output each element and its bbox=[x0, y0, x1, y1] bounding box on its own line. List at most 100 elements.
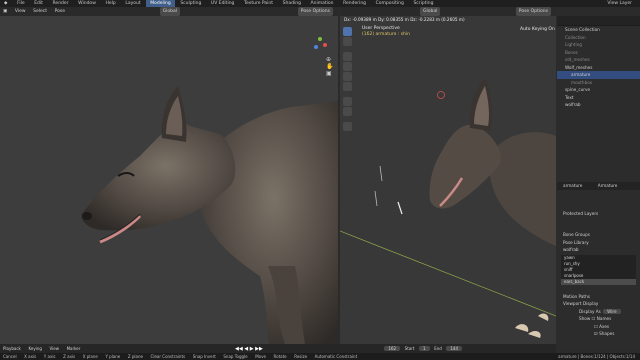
display-as-dropdown[interactable]: Wire bbox=[603, 308, 621, 314]
timeline-keying-menu[interactable]: Keying bbox=[25, 346, 44, 351]
outliner-panel: Scene Collection Collection Lighting Bon… bbox=[557, 16, 640, 181]
left-3d-viewport[interactable]: ⊕ ✋ ▣ bbox=[0, 16, 338, 344]
layer-buttons[interactable] bbox=[557, 190, 640, 210]
status-bar: Cancel X axis Y axis Z axis X plane Y pl… bbox=[0, 353, 640, 360]
tab-rendering[interactable]: Rendering bbox=[339, 0, 370, 7]
data-name[interactable]: Armature bbox=[598, 183, 618, 188]
show-shapes-row: ☑ Shapes bbox=[557, 330, 640, 338]
show-label: Show bbox=[579, 316, 591, 321]
outliner-item-spine-curve[interactable]: spine_curve bbox=[557, 86, 640, 94]
status-x-axis: X axis bbox=[24, 354, 37, 359]
blender-logo-icon[interactable]: ◆ bbox=[0, 0, 11, 7]
status-z-axis: Z axis bbox=[63, 354, 76, 359]
tab-animation[interactable]: Animation bbox=[307, 0, 338, 7]
outliner-item-wolf-meshes[interactable]: Wolf_meshes bbox=[557, 64, 640, 72]
pose-item-selected[interactable]: ears_back bbox=[561, 278, 636, 285]
properties-header: armature Armature bbox=[557, 182, 640, 190]
outliner-item-scene-collection[interactable]: Scene Collection bbox=[557, 26, 640, 34]
shapes-label: Shapes bbox=[599, 331, 615, 336]
names-checkbox[interactable]: ☐ bbox=[592, 316, 596, 321]
outliner-item-mouthbox[interactable]: mouthbox bbox=[557, 79, 640, 87]
left-orientation-dropdown[interactable]: Global bbox=[159, 7, 180, 16]
outliner-header bbox=[557, 16, 640, 26]
status-rotate: Rotate bbox=[273, 354, 287, 359]
outliner-item-bones[interactable]: Bones bbox=[557, 49, 640, 57]
playback-controls-icon[interactable]: ◀◀ ◀ ▶ ▶▶ bbox=[235, 346, 263, 352]
menu-window[interactable]: Window bbox=[74, 0, 100, 7]
protected-layer-buttons[interactable] bbox=[557, 217, 640, 231]
left-pose-options[interactable]: Pose Options bbox=[297, 7, 333, 16]
left-view-controls: ⊕ ✋ ▣ bbox=[326, 56, 333, 77]
outliner-item-lighting[interactable]: Lighting bbox=[557, 41, 640, 49]
left-view-menu[interactable]: View bbox=[12, 7, 29, 16]
3d-cursor-icon bbox=[437, 91, 445, 99]
menu-render[interactable]: Render bbox=[49, 0, 73, 7]
top-menu-bar: ◆ File Edit Render Window Help Layout Mo… bbox=[0, 0, 640, 7]
timeline-bar: Playback Keying View Marker ◀◀ ◀ ▶ ▶▶ 16… bbox=[0, 344, 556, 353]
timeline-playback-menu[interactable]: Playback bbox=[0, 346, 24, 351]
motion-paths-panel[interactable]: Motion Paths bbox=[557, 293, 640, 301]
view-layer-label[interactable]: View Layer bbox=[603, 0, 636, 7]
tab-layout[interactable]: Layout bbox=[121, 0, 144, 7]
status-y-axis: Y axis bbox=[43, 354, 56, 359]
pose-library-selector[interactable]: wolfrab bbox=[557, 246, 640, 254]
status-scene-stats: armature | Bones:1/124 | Objects:1/14 bbox=[558, 354, 635, 359]
timeline-marker-menu[interactable]: Marker bbox=[64, 346, 84, 351]
wolf-model-right bbox=[340, 78, 556, 338]
shapes-checkbox[interactable]: ☑ bbox=[594, 331, 598, 336]
camera-icon[interactable]: ▣ bbox=[326, 70, 333, 77]
show-axes-row: ☐ Axes bbox=[557, 323, 640, 331]
navigation-gizmo[interactable] bbox=[312, 36, 328, 52]
end-label: End bbox=[434, 346, 442, 351]
status-snap-toggle: Snap Toggle bbox=[223, 354, 248, 359]
status-cancel: Cancel bbox=[3, 354, 17, 359]
tab-compositing[interactable]: Compositing bbox=[372, 0, 408, 7]
zoom-icon[interactable]: ⊕ bbox=[326, 56, 333, 63]
end-frame-field[interactable]: 144 bbox=[446, 346, 463, 351]
editor-type-icon[interactable]: ▣ bbox=[0, 7, 10, 16]
menu-help[interactable]: Help bbox=[101, 0, 119, 7]
pan-hand-icon[interactable]: ✋ bbox=[326, 63, 333, 70]
outliner-item-wolfrab[interactable]: wolfrab bbox=[557, 101, 640, 109]
viewport-display-panel[interactable]: Viewport Display bbox=[557, 300, 640, 308]
timeline-view-menu[interactable]: View bbox=[46, 346, 62, 351]
outliner-item-collection[interactable]: Collection bbox=[557, 34, 640, 42]
status-x-plane: X plane bbox=[82, 354, 98, 359]
current-frame-field[interactable]: 162 bbox=[384, 346, 401, 351]
status-resize: Resize bbox=[294, 354, 308, 359]
right-3d-viewport[interactable]: Dx: -0.09389 m Dy: 0.08355 m Dz: -0.2283… bbox=[340, 16, 556, 344]
axes-label: Axes bbox=[599, 323, 610, 329]
start-frame-field[interactable]: 1 bbox=[419, 346, 430, 351]
left-select-menu[interactable]: Select bbox=[30, 7, 50, 16]
tab-shading[interactable]: Shading bbox=[279, 0, 305, 7]
status-z-plane: Z plane bbox=[127, 354, 143, 359]
pose-library-panel[interactable]: Pose Library bbox=[557, 239, 640, 247]
outliner-item-armature[interactable]: armature bbox=[557, 71, 640, 79]
pose-list[interactable]: yawn run_shy sniff snarlpose ears_back bbox=[561, 254, 636, 285]
object-name[interactable]: armature bbox=[563, 183, 582, 188]
names-label: Names bbox=[596, 316, 612, 321]
left-pose-menu[interactable]: Pose bbox=[52, 7, 68, 16]
menu-edit[interactable]: Edit bbox=[30, 0, 47, 7]
tab-uv-editing[interactable]: UV Editing bbox=[207, 0, 238, 7]
start-label: Start bbox=[404, 346, 415, 351]
display-as-label: Display As bbox=[579, 308, 601, 314]
axes-checkbox[interactable]: ☐ bbox=[594, 324, 598, 329]
tab-texture-paint[interactable]: Texture Paint bbox=[240, 0, 277, 7]
outliner-item-text[interactable]: Text bbox=[557, 94, 640, 102]
status-auto-constraint: Automatic Constraint bbox=[314, 354, 358, 359]
tab-scripting[interactable]: Scripting bbox=[409, 0, 437, 7]
status-clear-constraints: Clear Constraints bbox=[150, 354, 186, 359]
wolf-model-left bbox=[81, 86, 338, 344]
bone-groups-panel[interactable]: Bone Groups bbox=[557, 231, 640, 239]
tab-sculpting[interactable]: Sculpting bbox=[176, 0, 205, 7]
right-orientation-dropdown[interactable]: Global bbox=[420, 7, 441, 16]
show-names-row: Show ☐ Names bbox=[557, 315, 640, 323]
outliner-item-old-meshes[interactable]: old_meshes bbox=[557, 56, 640, 64]
tab-modeling[interactable]: Modeling bbox=[146, 0, 175, 7]
display-as-row: Display As Wire bbox=[557, 308, 640, 316]
protected-layers-label: Protected Layers bbox=[563, 210, 599, 216]
right-pose-options[interactable]: Pose Options bbox=[515, 7, 551, 16]
menu-file[interactable]: File bbox=[13, 0, 29, 7]
pose-library-name[interactable]: wolfrab bbox=[563, 247, 579, 252]
